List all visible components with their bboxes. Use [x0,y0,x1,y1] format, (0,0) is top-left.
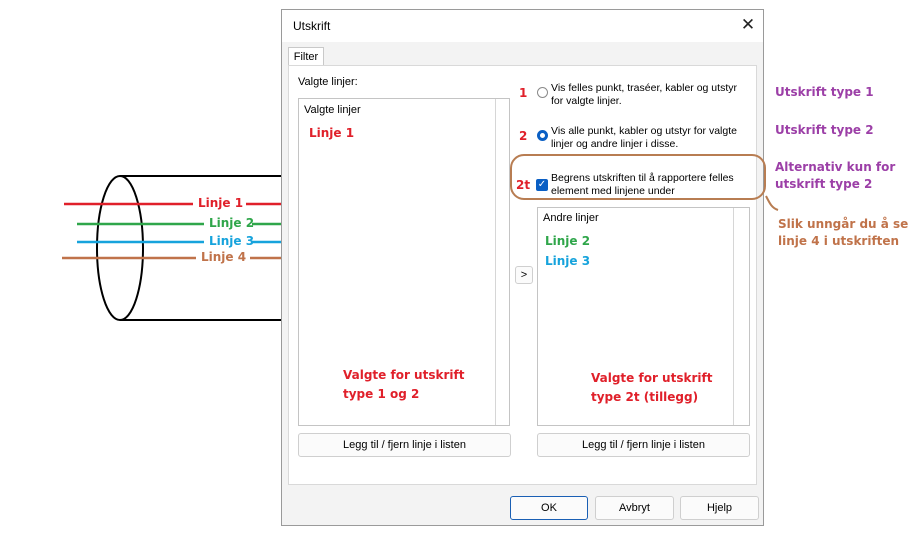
option-2-text-line1: Vis alle punkt, kabler og utstyr for val… [551,125,737,137]
cancel-button[interactable]: Avbryt [595,496,674,520]
tab-filter[interactable]: Filter [288,47,324,67]
print-dialog: Utskrift ✕ Filter Valgte linjer: Valgte … [281,9,764,526]
annotation-alt-line1: Alternativ kun for [775,160,896,174]
selected-lines-list-header: Valgte linjer [304,104,361,116]
list-item[interactable]: Linje 1 [309,125,354,142]
cable-illustration [62,175,282,321]
selected-lines-list[interactable]: Valgte linjer Linje 1 Valgte for utskrif… [298,98,510,426]
help-button[interactable]: Hjelp [680,496,759,520]
cable-label-linje-4: Linje 4 [201,250,247,264]
option-1-text-line2: for valgte linjer. [551,95,622,107]
annotation-note-line1: Slik unngår du å se [778,217,909,231]
annotation-note-line2: linje 4 i utskriften [778,234,900,248]
option-1-number: 1 [519,86,528,100]
annotation-type2: Utskrift type 2 [775,123,874,137]
right-list-caption-line1: Valgte for utskrift [591,371,713,385]
move-right-button[interactable]: > [515,266,533,284]
selected-lines-label: Valgte linjer: [298,76,358,88]
cable-label-linje-1: Linje 1 [198,196,244,210]
left-list-caption-line2: type 1 og 2 [343,387,420,401]
restrict-highlight [510,154,766,200]
other-lines-list-header: Andre linjer [543,212,599,224]
option-2-radio[interactable] [537,130,548,141]
ok-button[interactable]: OK [510,496,588,520]
option-2-number: 2 [519,129,528,143]
annotation-alt-line2: utskrift type 2 [775,177,873,191]
cable-label-linje-3: Linje 3 [209,234,255,248]
add-remove-right-button[interactable]: Legg til / fjern linje i listen [537,433,750,457]
title-bar: Utskrift ✕ [282,10,763,42]
option-1-text-line1: Vis felles punkt, traséer, kabler og uts… [551,82,737,94]
cable-label-linje-2: Linje 2 [209,216,255,230]
list-item[interactable]: Linje 2 [545,233,590,250]
annotation-type1: Utskrift type 1 [775,85,874,99]
list-item[interactable]: Linje 3 [545,253,590,270]
dialog-title: Utskrift [293,19,331,33]
filter-panel: Valgte linjer: Valgte linjer Linje 1 Val… [288,65,757,485]
cable-end-ellipse [96,175,144,321]
close-icon[interactable]: ✕ [737,14,759,36]
other-lines-list[interactable]: Andre linjer Linje 2 Linje 3 Valgte for … [537,207,750,426]
left-list-caption-line1: Valgte for utskrift [343,368,465,382]
add-remove-left-button[interactable]: Legg til / fjern linje i listen [298,433,511,457]
right-list-caption-line2: type 2t (tillegg) [591,390,699,404]
scrollbar-divider [495,99,496,425]
option-1-radio[interactable] [537,87,548,98]
option-2-text-line2: linjer og andre linjer i disse. [551,138,679,150]
scrollbar-divider [733,208,734,425]
